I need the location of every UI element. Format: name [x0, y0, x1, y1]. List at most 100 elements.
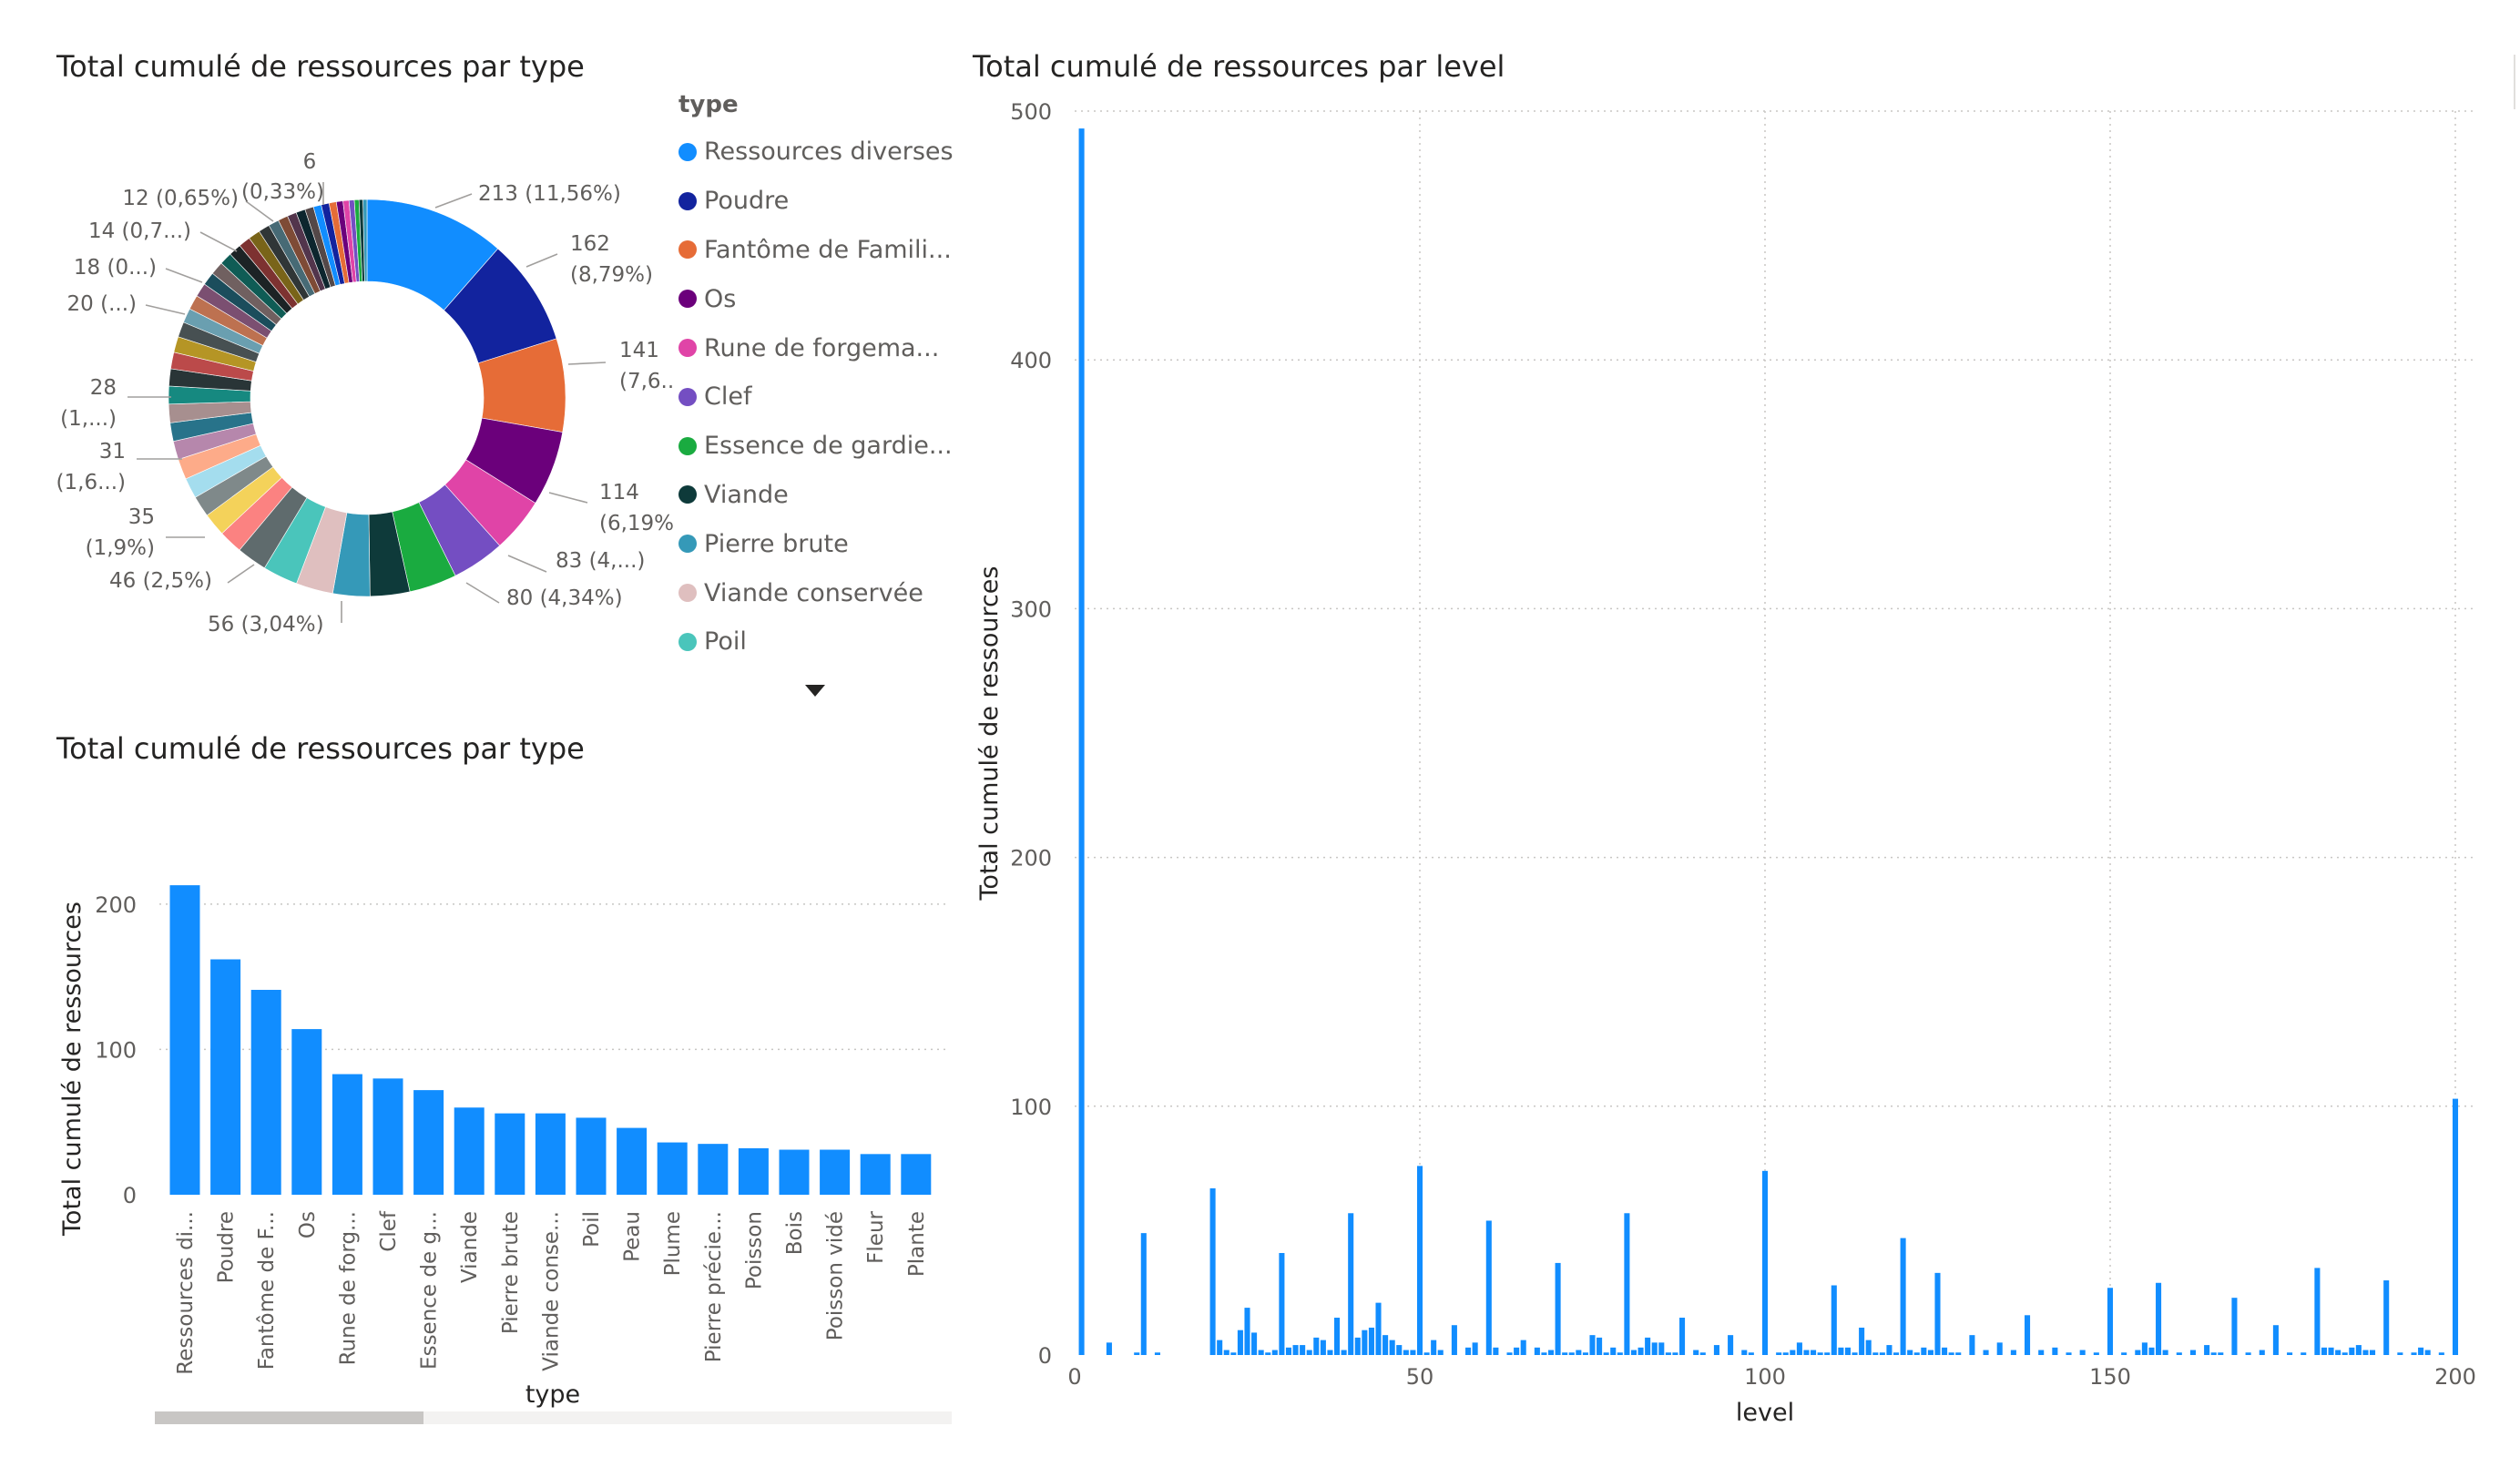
level-bar[interactable] — [1244, 1308, 1250, 1355]
level-bar[interactable] — [1485, 1220, 1492, 1355]
level-bar[interactable] — [2349, 1347, 2355, 1355]
level-bar[interactable] — [1996, 1342, 2003, 1355]
level-bar[interactable] — [2314, 1268, 2321, 1355]
level-bar[interactable] — [1651, 1342, 1658, 1355]
level-bar[interactable] — [1838, 1347, 1844, 1355]
level-bar[interactable] — [2107, 1288, 2114, 1355]
level-bar[interactable] — [1348, 1213, 1354, 1355]
level-bar[interactable] — [2079, 1350, 2086, 1355]
level-bar[interactable] — [1534, 1347, 1540, 1355]
level-bar[interactable] — [1514, 1347, 1520, 1355]
type-bar[interactable] — [454, 1107, 485, 1195]
level-bar[interactable] — [1506, 1352, 1513, 1355]
level-bar[interactable] — [1423, 1352, 1430, 1355]
type-bar[interactable] — [169, 885, 200, 1195]
level-bar[interactable] — [1872, 1352, 1879, 1355]
level-bar[interactable] — [1106, 1342, 1112, 1355]
level-bar[interactable] — [1334, 1318, 1341, 1355]
level-bar[interactable] — [1410, 1350, 1416, 1355]
level-bar[interactable] — [2148, 1347, 2155, 1355]
type-bar[interactable] — [291, 1029, 322, 1195]
level-bar[interactable] — [1907, 1350, 1913, 1355]
legend-item[interactable]: Essence de gardie... — [678, 422, 954, 471]
level-bar[interactable] — [2121, 1352, 2127, 1355]
level-bar[interactable] — [2093, 1352, 2099, 1355]
type-bar[interactable] — [901, 1154, 932, 1195]
level-bar[interactable] — [2025, 1315, 2031, 1355]
level-bar[interactable] — [2383, 1280, 2390, 1355]
level-bar[interactable] — [2135, 1350, 2141, 1355]
level-bar[interactable] — [1679, 1318, 1686, 1355]
level-bar[interactable] — [2370, 1350, 2376, 1355]
level-bar[interactable] — [2218, 1352, 2224, 1355]
level-bar[interactable] — [1699, 1352, 1706, 1355]
level-bar[interactable] — [1886, 1345, 1893, 1355]
level-bar[interactable] — [1431, 1340, 1437, 1355]
level-bar[interactable] — [1251, 1332, 1258, 1355]
level-bar[interactable] — [1955, 1352, 1962, 1355]
legend-item[interactable]: Viande — [678, 471, 954, 520]
level-bar[interactable] — [2438, 1352, 2444, 1355]
type-bar[interactable] — [820, 1149, 851, 1195]
level-bar[interactable] — [1368, 1327, 1374, 1355]
level-bar[interactable] — [1665, 1352, 1671, 1355]
level-bar[interactable] — [1859, 1327, 1865, 1355]
level-bar[interactable] — [2162, 1350, 2168, 1355]
level-bar[interactable] — [1728, 1335, 1734, 1355]
level-bar[interactable] — [1354, 1337, 1361, 1355]
level-bar[interactable] — [1493, 1347, 1499, 1355]
level-bar[interactable] — [1589, 1335, 1596, 1355]
level-bar[interactable] — [1713, 1345, 1719, 1355]
level-bar[interactable] — [1154, 1352, 1160, 1355]
level-bar[interactable] — [2066, 1352, 2072, 1355]
level-bar[interactable] — [2272, 1325, 2279, 1355]
level-bar[interactable] — [1258, 1350, 1264, 1355]
legend-item[interactable]: Fantôme de Famili... — [678, 226, 954, 275]
level-bar[interactable] — [1913, 1352, 1920, 1355]
level-bar[interactable] — [1790, 1350, 1796, 1355]
level-bar[interactable] — [1921, 1347, 1927, 1355]
level-bar[interactable] — [1223, 1350, 1229, 1355]
level-bar[interactable] — [1927, 1350, 1933, 1355]
level-bar[interactable] — [1776, 1352, 1782, 1355]
level-bar[interactable] — [1637, 1347, 1644, 1355]
type-bar[interactable] — [372, 1078, 403, 1195]
type-bar[interactable] — [413, 1090, 444, 1195]
level-bar[interactable] — [1465, 1347, 1472, 1355]
level-bar[interactable] — [1852, 1352, 1858, 1355]
level-bar[interactable] — [1300, 1345, 1306, 1355]
level-bar[interactable] — [1217, 1340, 1223, 1355]
level-bar[interactable] — [1271, 1350, 1278, 1355]
level-bar[interactable] — [2362, 1350, 2369, 1355]
level-bar[interactable] — [2141, 1342, 2148, 1355]
legend-item[interactable]: Os — [678, 274, 954, 323]
level-bar[interactable] — [1403, 1350, 1409, 1355]
level-bar[interactable] — [2287, 1352, 2293, 1355]
level-bar[interactable] — [1803, 1350, 1810, 1355]
level-bar[interactable] — [1209, 1187, 1216, 1355]
level-bar[interactable] — [1934, 1272, 1941, 1355]
level-bar[interactable] — [1630, 1350, 1637, 1355]
level-bar[interactable] — [1134, 1352, 1140, 1355]
level-bar[interactable] — [1306, 1350, 1312, 1355]
level-bar[interactable] — [2038, 1350, 2045, 1355]
level-bar[interactable] — [1624, 1213, 1630, 1355]
level-bar[interactable] — [2210, 1352, 2217, 1355]
level-bar[interactable] — [1265, 1352, 1271, 1355]
level-bar[interactable] — [2156, 1282, 2162, 1355]
level-bar[interactable] — [2204, 1345, 2210, 1355]
type-bar[interactable] — [779, 1149, 810, 1195]
level-bar[interactable] — [1879, 1352, 1885, 1355]
level-bar[interactable] — [2321, 1347, 2328, 1355]
legend-item[interactable]: Clef — [678, 372, 954, 422]
level-bar[interactable] — [1824, 1352, 1831, 1355]
level-bar[interactable] — [1582, 1352, 1588, 1355]
level-bar[interactable] — [1576, 1350, 1582, 1355]
level-bar[interactable] — [1741, 1350, 1748, 1355]
level-bar[interactable] — [2259, 1350, 2265, 1355]
type-bar[interactable] — [495, 1113, 525, 1195]
level-bar[interactable] — [1603, 1352, 1609, 1355]
legend-item[interactable]: Viande conservée — [678, 568, 954, 617]
legend-item[interactable]: Poudre — [678, 177, 954, 226]
level-bar[interactable] — [1948, 1352, 1954, 1355]
